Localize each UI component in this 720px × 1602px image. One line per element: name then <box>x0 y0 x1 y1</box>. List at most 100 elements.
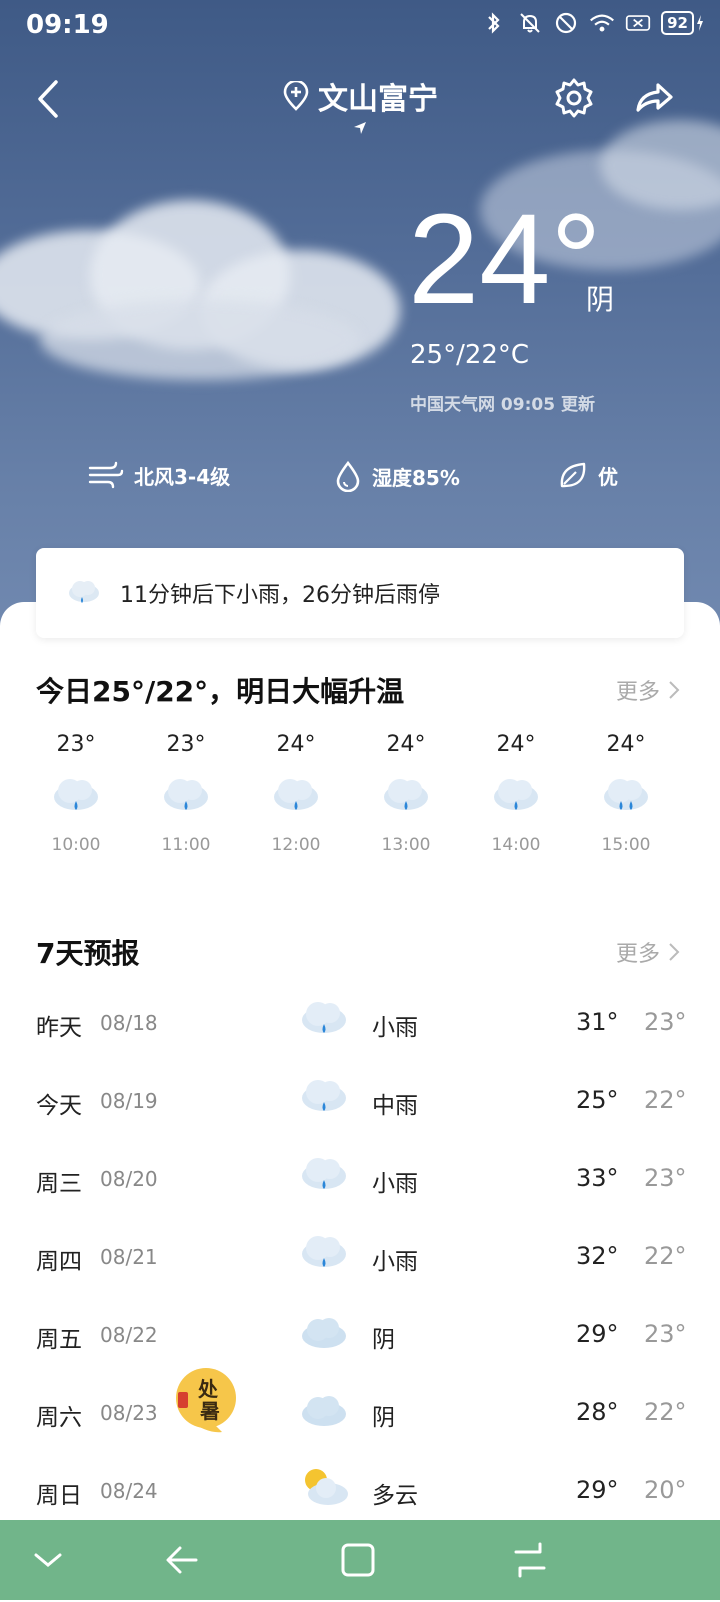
current-temperature: 24° <box>408 188 602 331</box>
status-time: 09:19 <box>26 10 109 40</box>
status-bar: 09:19 92 <box>0 0 720 50</box>
status-icons: 92 <box>481 10 704 36</box>
day-high: 28° <box>576 1398 619 1426</box>
day-high: 29° <box>576 1320 619 1348</box>
day-condition: 多云 <box>372 1483 418 1509</box>
hourly-temp: 23° <box>56 732 96 757</box>
location-name: 文山富宁 <box>318 82 438 117</box>
day-name: 昨天 <box>36 1015 82 1041</box>
hourly-temp: 23° <box>166 732 206 757</box>
settings-button[interactable] <box>552 76 596 120</box>
hourly-item: 24° 14:00 <box>460 732 572 855</box>
day-low: 22° <box>644 1242 687 1270</box>
charging-icon <box>697 15 703 31</box>
day-date: 08/18 <box>100 1011 158 1035</box>
light-rain-icon <box>54 779 98 810</box>
system-navigation-bar <box>0 1520 720 1600</box>
recents-icon <box>514 1542 546 1578</box>
hourly-item: 24° 12:00 <box>240 732 352 855</box>
rain-alert-text: 11分钟后下小雨，26分钟后雨停 <box>120 583 440 608</box>
day-low: 22° <box>644 1398 687 1426</box>
forecast-row[interactable]: 周五 08/22 阴 29° 23° <box>0 1302 720 1372</box>
nav-back-button[interactable] <box>160 1538 204 1582</box>
overcast-icon <box>302 1396 346 1426</box>
wind-metric[interactable]: 北风3-4级 <box>88 460 230 490</box>
day-low: 23° <box>644 1320 687 1348</box>
home-square-icon <box>341 1543 375 1577</box>
day-date: 08/23 <box>100 1401 158 1425</box>
day-condition: 小雨 <box>372 1015 418 1041</box>
hourly-item: 23° 11:00 <box>130 732 242 855</box>
day-high: 32° <box>576 1242 619 1270</box>
day-high: 29° <box>576 1476 619 1504</box>
day-high: 25° <box>576 1086 619 1114</box>
location-header: 文山富宁 <box>0 74 720 118</box>
day-high: 31° <box>576 1008 619 1036</box>
light-rain-icon <box>302 1002 346 1033</box>
forecast-row[interactable]: 周三 08/20 小雨 33° 23° <box>0 1146 720 1216</box>
forecast-row[interactable]: 周日 08/24 多云 29° 20° <box>0 1458 720 1528</box>
nav-home-button[interactable] <box>336 1538 380 1582</box>
chevron-right-icon <box>669 943 680 961</box>
location-selector[interactable]: 文山富宁 <box>282 74 438 118</box>
day-name: 周日 <box>36 1483 82 1509</box>
forecast-more-button[interactable]: 更多 <box>616 936 680 968</box>
hourly-time: 14:00 <box>491 835 541 855</box>
hourly-item: 24° 13:00 <box>350 732 462 855</box>
light-rain-icon <box>69 581 99 603</box>
badge-text-2: 暑 <box>200 1399 220 1423</box>
hourly-temp: 24° <box>606 732 646 757</box>
day-date: 08/24 <box>100 1479 158 1503</box>
forecast-row[interactable]: 周六 08/23 处 暑 阴 28° 22° <box>0 1368 720 1450</box>
more-label: 更多 <box>615 680 660 705</box>
day-low: 23° <box>644 1008 687 1036</box>
current-condition: 阴 <box>586 283 615 316</box>
day-date: 08/21 <box>100 1245 158 1269</box>
hourly-more-button[interactable]: 更多 <box>616 674 680 706</box>
light-rain-icon <box>384 779 428 810</box>
hourly-time: 15:00 <box>601 835 651 855</box>
light-rain-icon <box>274 779 318 810</box>
day-name: 周六 <box>36 1405 82 1431</box>
badge-text-1: 处 <box>197 1377 219 1401</box>
share-icon <box>636 83 673 112</box>
hourly-item: 24° 15:00 <box>570 732 682 855</box>
hourly-temp: 24° <box>276 732 316 757</box>
forecast-row[interactable]: 今天 08/19 中雨 25° 22° <box>0 1068 720 1138</box>
hourly-time: 13:00 <box>381 835 431 855</box>
forecast-section-title: 7天预报 <box>36 937 140 970</box>
day-condition: 小雨 <box>372 1249 418 1275</box>
day-condition: 小雨 <box>372 1171 418 1197</box>
solar-term-badge[interactable]: 处 暑 <box>168 1362 240 1434</box>
air-quality-metric[interactable]: 优 <box>558 460 618 490</box>
gear-icon <box>555 78 593 118</box>
air-quality-value: 优 <box>598 464 618 489</box>
rain-alert-card[interactable]: 11分钟后下小雨，26分钟后雨停 <box>36 548 684 638</box>
day-date: 08/20 <box>100 1167 158 1191</box>
hourly-temp: 24° <box>386 732 426 757</box>
hourly-time: 12:00 <box>271 835 321 855</box>
light-rain-icon <box>164 779 208 810</box>
water-drop-icon <box>336 460 360 492</box>
humidity-metric[interactable]: 湿度85% <box>334 460 460 492</box>
hide-nav-button[interactable] <box>26 1538 70 1582</box>
today-temp-range: 25°/22°C <box>410 340 530 370</box>
day-name: 周四 <box>36 1249 82 1275</box>
hourly-time: 10:00 <box>51 835 101 855</box>
light-rain-icon <box>302 1158 346 1189</box>
day-condition: 阴 <box>372 1327 395 1353</box>
day-date: 08/22 <box>100 1323 158 1347</box>
more-label: 更多 <box>615 942 660 967</box>
day-date: 08/19 <box>100 1089 158 1113</box>
day-low: 22° <box>644 1086 687 1114</box>
update-time: 中国天气网 09:05 更新 <box>410 395 595 415</box>
nav-recents-button[interactable] <box>508 1538 552 1582</box>
cloud-decoration <box>40 300 360 380</box>
back-arrow-icon <box>166 1546 198 1574</box>
share-button[interactable] <box>632 76 676 120</box>
do-not-disturb-icon <box>553 10 579 36</box>
forecast-row[interactable]: 昨天 08/18 小雨 31° 23° <box>0 990 720 1060</box>
day-low: 20° <box>644 1476 687 1504</box>
forecast-row[interactable]: 周四 08/21 小雨 32° 22° <box>0 1224 720 1294</box>
day-condition: 阴 <box>372 1405 395 1431</box>
